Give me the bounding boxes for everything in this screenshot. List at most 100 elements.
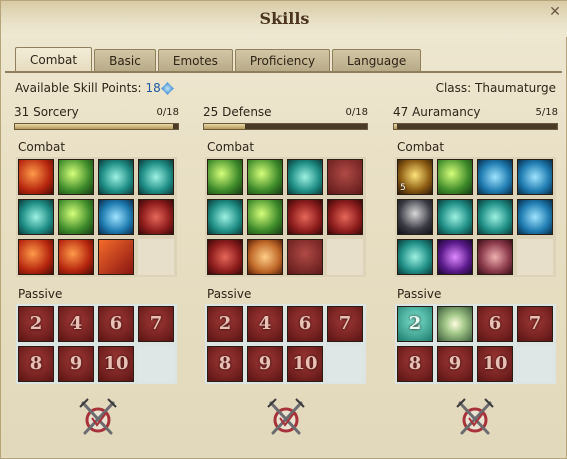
skill-tree-auramancy: 47 Auramancy 5/18 Combat 5 Passive 2 6 7 8 9 10 bbox=[393, 105, 558, 384]
passive-skill-icon[interactable]: 4 bbox=[247, 306, 283, 342]
inferno-icon[interactable] bbox=[98, 239, 134, 275]
shadow-icon[interactable] bbox=[397, 199, 433, 235]
combat-skill-grid: 5 bbox=[395, 157, 556, 277]
skill-tree-defense: 25 Defense 0/18 Combat Passive 2 4 6 7 8 9 10 bbox=[203, 105, 368, 384]
combat-skill-grid bbox=[16, 157, 177, 277]
skill-progress-fill bbox=[394, 124, 398, 129]
passive-skill-icon[interactable]: 10 bbox=[287, 346, 323, 382]
ice-wall-icon[interactable] bbox=[397, 239, 433, 275]
violet-hand-icon[interactable] bbox=[437, 239, 473, 275]
skill-tree-name: 47 Auramancy bbox=[393, 105, 481, 119]
skill-tree-header: 25 Defense 0/18 bbox=[203, 105, 368, 119]
class-label: Class: Thaumaturge bbox=[435, 81, 556, 95]
cloak-icon[interactable] bbox=[287, 159, 323, 195]
passive-skill-grid: 2 4 6 7 8 9 10 bbox=[205, 304, 366, 384]
fireball-icon[interactable] bbox=[18, 159, 54, 195]
empty-skill-slot bbox=[327, 239, 363, 275]
skill-tree-progress: 5/18 bbox=[535, 107, 558, 118]
close-icon[interactable]: ✕ bbox=[548, 5, 562, 19]
lightning-icon[interactable] bbox=[58, 159, 94, 195]
fist-icon[interactable] bbox=[327, 199, 363, 235]
passive-skill-icon[interactable]: 4 bbox=[58, 306, 94, 342]
tab-language[interactable]: Language bbox=[332, 49, 422, 71]
toss-icon[interactable] bbox=[207, 199, 243, 235]
strike-icon[interactable] bbox=[207, 239, 243, 275]
passive-skill-icon[interactable]: 9 bbox=[437, 346, 473, 382]
skill-progress-bar bbox=[203, 123, 368, 130]
meteor-icon[interactable] bbox=[58, 239, 94, 275]
passive-skill-icon[interactable]: 7 bbox=[327, 306, 363, 342]
gem-icon bbox=[160, 82, 174, 95]
spear-icon[interactable] bbox=[98, 159, 134, 195]
skill-points-label: Available Skill Points: bbox=[15, 81, 142, 95]
passive-skill-icon[interactable]: 7 bbox=[138, 306, 174, 342]
passive-skill-icon[interactable]: 8 bbox=[18, 346, 54, 382]
shield-icon[interactable] bbox=[207, 159, 243, 195]
star-burst-icon[interactable] bbox=[517, 159, 553, 195]
passive-skill-icon[interactable] bbox=[437, 306, 473, 342]
flex-icon[interactable] bbox=[287, 239, 323, 275]
empty-passive-slot bbox=[327, 346, 363, 382]
guard-icon[interactable] bbox=[247, 199, 283, 235]
reset-sorcery-button[interactable] bbox=[75, 395, 121, 441]
storm-icon[interactable] bbox=[138, 159, 174, 195]
passive-skill-icon[interactable]: 9 bbox=[58, 346, 94, 382]
passive-skill-icon[interactable]: 2 bbox=[397, 306, 433, 342]
passive-skill-icon[interactable]: 10 bbox=[98, 346, 134, 382]
tab-basic[interactable]: Basic bbox=[94, 49, 156, 71]
passive-skill-icon[interactable]: 8 bbox=[207, 346, 243, 382]
passive-skill-icon[interactable]: 2 bbox=[207, 306, 243, 342]
passive-skill-grid: 2 4 6 7 8 9 10 bbox=[16, 304, 177, 384]
passive-skill-icon[interactable]: 9 bbox=[247, 346, 283, 382]
skill-progress-fill bbox=[204, 124, 245, 129]
flame-wave-icon[interactable] bbox=[18, 239, 54, 275]
empty-skill-slot bbox=[138, 239, 174, 275]
skill-tree-sorcery: 31 Sorcery 0/18 Combat Passive 2 4 6 7 8 9 10 bbox=[14, 105, 179, 384]
combat-section-label: Combat bbox=[18, 140, 66, 154]
combat-section-label: Combat bbox=[397, 140, 445, 154]
skills-window: Skills ✕ Combat Basic Emotes Proficiency… bbox=[0, 0, 567, 459]
tab-bar: Combat Basic Emotes Proficiency Language bbox=[15, 47, 423, 71]
cube-icon[interactable] bbox=[247, 239, 283, 275]
tab-combat[interactable]: Combat bbox=[15, 47, 93, 71]
gem-icon[interactable] bbox=[138, 199, 174, 235]
combat-skill-grid bbox=[205, 157, 366, 277]
helm-icon[interactable] bbox=[327, 159, 363, 195]
frost-icon[interactable] bbox=[18, 199, 54, 235]
passive-skill-grid: 2 6 7 8 9 10 bbox=[395, 304, 556, 384]
empty-passive-slot bbox=[138, 346, 174, 382]
passive-skill-icon[interactable]: 6 bbox=[477, 306, 513, 342]
skill-progress-bar bbox=[393, 123, 558, 130]
hero-aura-icon[interactable]: 5 bbox=[397, 159, 433, 195]
crossed-swords-icon bbox=[267, 398, 305, 435]
mind-icon[interactable] bbox=[517, 199, 553, 235]
empty-passive-slot bbox=[517, 346, 553, 382]
tab-emotes[interactable]: Emotes bbox=[157, 49, 233, 71]
skill-progress-bar bbox=[14, 123, 179, 130]
aegis-icon[interactable] bbox=[477, 159, 513, 195]
tab-divider bbox=[5, 71, 562, 73]
skill-level-badge: 5 bbox=[400, 183, 406, 193]
passive-skill-icon[interactable]: 6 bbox=[98, 306, 134, 342]
radiance-icon[interactable] bbox=[437, 159, 473, 195]
skill-points-info: Available Skill Points: 18 bbox=[15, 81, 174, 95]
passive-skill-icon[interactable]: 7 bbox=[517, 306, 553, 342]
reset-defense-button[interactable] bbox=[263, 395, 309, 441]
passive-skill-icon[interactable]: 10 bbox=[477, 346, 513, 382]
tab-proficiency[interactable]: Proficiency bbox=[234, 49, 331, 71]
reset-auramancy-button[interactable] bbox=[452, 395, 498, 441]
passive-section-label: Passive bbox=[397, 287, 442, 301]
passive-skill-icon[interactable]: 2 bbox=[18, 306, 54, 342]
titlebar[interactable]: Skills ✕ bbox=[1, 1, 567, 37]
passive-skill-icon[interactable]: 8 bbox=[397, 346, 433, 382]
skill-progress-fill bbox=[15, 124, 174, 129]
orb-icon[interactable] bbox=[477, 239, 513, 275]
cloak-aura-icon[interactable] bbox=[477, 199, 513, 235]
burst-icon[interactable] bbox=[58, 199, 94, 235]
teleport-icon[interactable] bbox=[437, 199, 473, 235]
armor-icon[interactable] bbox=[287, 199, 323, 235]
combat-section-label: Combat bbox=[207, 140, 255, 154]
arrow-up-icon[interactable] bbox=[247, 159, 283, 195]
freeze-icon[interactable] bbox=[98, 199, 134, 235]
passive-skill-icon[interactable]: 6 bbox=[287, 306, 323, 342]
